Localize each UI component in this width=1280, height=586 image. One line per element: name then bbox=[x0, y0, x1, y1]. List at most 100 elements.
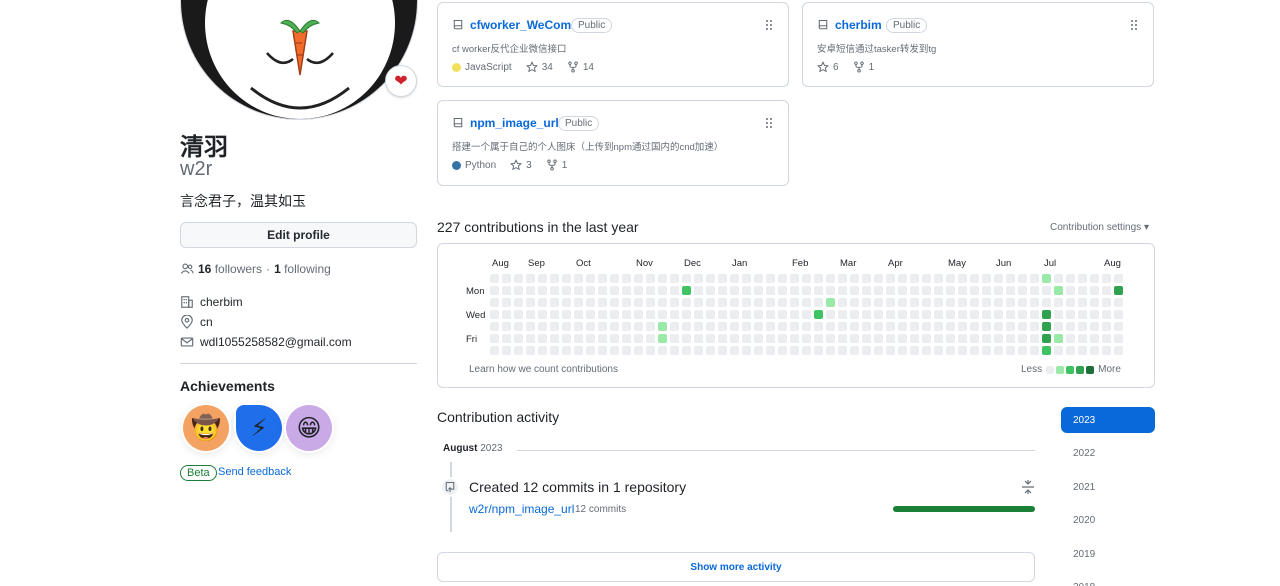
contribution-day-cell[interactable] bbox=[742, 322, 751, 331]
contribution-day-cell[interactable] bbox=[694, 346, 703, 355]
contribution-day-cell[interactable] bbox=[574, 298, 583, 307]
contribution-day-cell[interactable] bbox=[886, 286, 895, 295]
contribution-day-cell[interactable] bbox=[550, 286, 559, 295]
contribution-day-cell[interactable] bbox=[1090, 274, 1099, 283]
contribution-day-cell[interactable] bbox=[550, 310, 559, 319]
contribution-day-cell[interactable] bbox=[598, 286, 607, 295]
year-link-2023[interactable]: 2023 bbox=[1061, 407, 1155, 433]
contribution-day-cell[interactable] bbox=[790, 310, 799, 319]
contribution-day-cell[interactable] bbox=[1066, 310, 1075, 319]
contribution-day-cell[interactable] bbox=[814, 286, 823, 295]
contribution-day-cell[interactable] bbox=[598, 334, 607, 343]
contribution-day-cell[interactable] bbox=[970, 322, 979, 331]
contribution-day-cell[interactable] bbox=[910, 346, 919, 355]
contribution-day-cell[interactable] bbox=[1042, 334, 1051, 343]
contribution-day-cell[interactable] bbox=[742, 274, 751, 283]
contribution-day-cell[interactable] bbox=[490, 286, 499, 295]
contribution-day-cell[interactable] bbox=[898, 298, 907, 307]
contribution-day-cell[interactable] bbox=[862, 322, 871, 331]
contribution-day-cell[interactable] bbox=[718, 298, 727, 307]
contribution-day-cell[interactable] bbox=[670, 334, 679, 343]
contribution-day-cell[interactable] bbox=[1102, 274, 1111, 283]
contribution-day-cell[interactable] bbox=[502, 274, 511, 283]
learn-contributions-link[interactable]: Learn how we count contributions bbox=[469, 364, 618, 375]
activity-repo-link[interactable]: w2r/npm_image_url bbox=[469, 502, 574, 516]
contribution-day-cell[interactable] bbox=[958, 274, 967, 283]
contribution-day-cell[interactable] bbox=[1066, 334, 1075, 343]
contribution-day-cell[interactable] bbox=[562, 334, 571, 343]
contribution-day-cell[interactable] bbox=[910, 310, 919, 319]
contribution-day-cell[interactable] bbox=[490, 298, 499, 307]
contribution-day-cell[interactable] bbox=[994, 298, 1003, 307]
contribution-day-cell[interactable] bbox=[502, 346, 511, 355]
drag-handle-icon[interactable] bbox=[764, 117, 774, 129]
contribution-day-cell[interactable] bbox=[1006, 322, 1015, 331]
contribution-day-cell[interactable] bbox=[742, 310, 751, 319]
contribution-day-cell[interactable] bbox=[934, 346, 943, 355]
contribution-day-cell[interactable] bbox=[538, 274, 547, 283]
contribution-day-cell[interactable] bbox=[1018, 334, 1027, 343]
status-emoji-button[interactable]: ❤ bbox=[385, 65, 417, 97]
contribution-day-cell[interactable] bbox=[838, 298, 847, 307]
contribution-day-cell[interactable] bbox=[766, 346, 775, 355]
activity-summary[interactable]: Created 12 commits in 1 repository bbox=[469, 479, 686, 495]
contribution-day-cell[interactable] bbox=[778, 310, 787, 319]
contribution-day-cell[interactable] bbox=[682, 346, 691, 355]
contribution-day-cell[interactable] bbox=[874, 274, 883, 283]
contribution-day-cell[interactable] bbox=[1042, 298, 1051, 307]
contribution-day-cell[interactable] bbox=[730, 322, 739, 331]
contribution-day-cell[interactable] bbox=[970, 334, 979, 343]
contribution-day-cell[interactable] bbox=[610, 298, 619, 307]
contribution-day-cell[interactable] bbox=[886, 334, 895, 343]
contribution-day-cell[interactable] bbox=[742, 346, 751, 355]
contribution-day-cell[interactable] bbox=[994, 310, 1003, 319]
contribution-day-cell[interactable] bbox=[610, 310, 619, 319]
contribution-day-cell[interactable] bbox=[982, 334, 991, 343]
contribution-day-cell[interactable] bbox=[586, 346, 595, 355]
contribution-day-cell[interactable] bbox=[862, 334, 871, 343]
contribution-day-cell[interactable] bbox=[1042, 286, 1051, 295]
contribution-day-cell[interactable] bbox=[994, 334, 1003, 343]
contribution-day-cell[interactable] bbox=[610, 286, 619, 295]
contribution-day-cell[interactable] bbox=[586, 310, 595, 319]
contribution-day-cell[interactable] bbox=[730, 334, 739, 343]
contribution-day-cell[interactable] bbox=[514, 286, 523, 295]
contribution-day-cell[interactable] bbox=[886, 298, 895, 307]
pinned-repo-link[interactable]: cfworker_WeCom bbox=[470, 18, 571, 32]
contribution-day-cell[interactable] bbox=[562, 286, 571, 295]
contribution-day-cell[interactable] bbox=[850, 274, 859, 283]
contribution-day-cell[interactable] bbox=[850, 310, 859, 319]
contribution-day-cell[interactable] bbox=[502, 322, 511, 331]
contribution-day-cell[interactable] bbox=[694, 286, 703, 295]
contribution-day-cell[interactable] bbox=[958, 334, 967, 343]
contribution-day-cell[interactable] bbox=[778, 298, 787, 307]
year-link-2022[interactable]: 2022 bbox=[1061, 440, 1155, 466]
contribution-day-cell[interactable] bbox=[1102, 346, 1111, 355]
contribution-day-cell[interactable] bbox=[814, 298, 823, 307]
contribution-day-cell[interactable] bbox=[946, 298, 955, 307]
contribution-day-cell[interactable] bbox=[1006, 298, 1015, 307]
email-link[interactable]: wdl1055258582@gmail.com bbox=[200, 335, 352, 349]
contribution-day-cell[interactable] bbox=[670, 286, 679, 295]
contribution-day-cell[interactable] bbox=[730, 346, 739, 355]
contribution-day-cell[interactable] bbox=[1018, 286, 1027, 295]
contribution-day-cell[interactable] bbox=[586, 322, 595, 331]
contribution-day-cell[interactable] bbox=[814, 274, 823, 283]
contribution-day-cell[interactable] bbox=[622, 274, 631, 283]
contribution-day-cell[interactable] bbox=[862, 286, 871, 295]
contribution-day-cell[interactable] bbox=[790, 346, 799, 355]
contribution-day-cell[interactable] bbox=[574, 346, 583, 355]
contribution-day-cell[interactable] bbox=[754, 346, 763, 355]
contribution-day-cell[interactable] bbox=[1006, 274, 1015, 283]
contribution-day-cell[interactable] bbox=[946, 322, 955, 331]
contribution-day-cell[interactable] bbox=[574, 322, 583, 331]
contribution-day-cell[interactable] bbox=[634, 310, 643, 319]
contribution-day-cell[interactable] bbox=[898, 334, 907, 343]
contribution-day-cell[interactable] bbox=[646, 322, 655, 331]
contribution-day-cell[interactable] bbox=[778, 286, 787, 295]
contribution-day-cell[interactable] bbox=[982, 286, 991, 295]
year-link-2020[interactable]: 2020 bbox=[1061, 507, 1155, 533]
contribution-day-cell[interactable] bbox=[730, 274, 739, 283]
contribution-day-cell[interactable] bbox=[1078, 334, 1087, 343]
contribution-day-cell[interactable] bbox=[634, 346, 643, 355]
